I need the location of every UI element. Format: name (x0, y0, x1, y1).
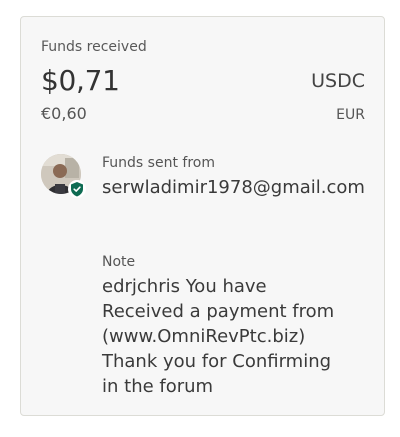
converted-currency: EUR (336, 107, 365, 123)
verified-shield-icon (68, 180, 86, 198)
currency-code: USDC (311, 70, 365, 92)
converted-amount: €0,60 (41, 104, 87, 123)
funds-sent-from-label: Funds sent from (102, 155, 215, 171)
sender-avatar-container (41, 154, 86, 198)
sender-email: serwladimir1978@gmail.com (102, 177, 365, 198)
note-label: Note (102, 254, 136, 270)
note-text: edrjchris You have Received a payment fr… (102, 276, 335, 397)
funds-received-label: Funds received (41, 39, 147, 55)
funds-received-card: Funds received $0,71 USDC €0,60 EUR Fund… (20, 16, 385, 416)
amount-value: $0,71 (41, 64, 120, 97)
